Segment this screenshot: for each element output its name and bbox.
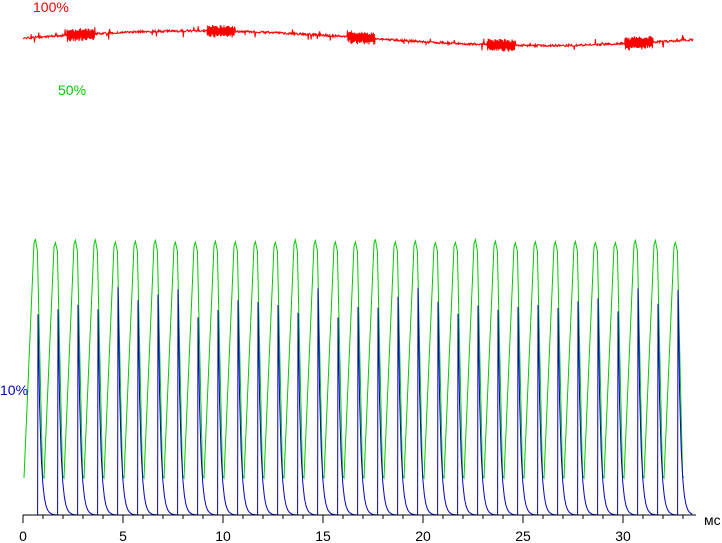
series-label-100: 100% — [33, 0, 69, 15]
series-line-50 — [23, 237, 685, 480]
x-tick-label: 5 — [119, 528, 127, 543]
x-tick-label: 30 — [615, 528, 631, 543]
plot-area — [22, 24, 694, 516]
x-tick-label: 10 — [215, 528, 231, 543]
series-label-10: 10% — [0, 382, 28, 398]
flicker-chart: 0 5 10 15 20 25 30 мс 100% 50% 10% — [0, 0, 721, 543]
x-tick-label: 25 — [515, 528, 531, 543]
x-tick-label: 20 — [415, 528, 431, 543]
series-label-50: 50% — [58, 82, 86, 98]
x-tick-label: 0 — [19, 528, 27, 543]
x-axis: 0 5 10 15 20 25 30 — [19, 514, 696, 543]
x-axis-unit-label: мс — [704, 512, 721, 528]
series-line-10 — [37, 287, 693, 516]
series-line-100 — [22, 24, 694, 52]
x-tick-label: 15 — [315, 528, 331, 543]
